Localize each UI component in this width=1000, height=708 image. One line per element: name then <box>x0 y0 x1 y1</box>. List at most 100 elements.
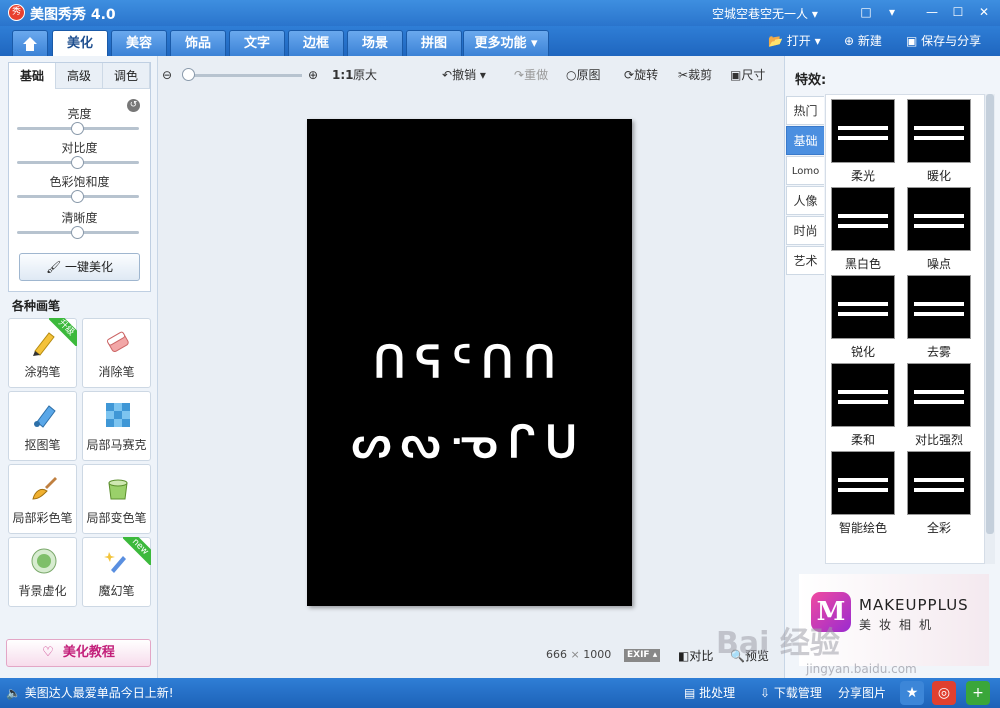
actual-size-ratio[interactable]: 1:1 <box>332 67 354 83</box>
category-portrait[interactable]: 人像 <box>786 186 824 215</box>
message-icon[interactable]: □ <box>856 3 876 21</box>
effect-noise[interactable]: 噪点 <box>907 187 971 272</box>
compare-button[interactable]: ◧对比 <box>678 647 713 664</box>
effect-sharpen[interactable]: 锐化 <box>831 275 895 360</box>
contrast-slider-knob[interactable] <box>71 156 84 169</box>
color-brush-button[interactable]: 局部彩色笔 <box>8 464 77 534</box>
tab-color[interactable]: 调色 <box>103 63 150 89</box>
category-basic[interactable]: 基础 <box>786 126 824 155</box>
background-blur-button[interactable]: 背景虚化 <box>8 537 77 607</box>
home-button[interactable] <box>12 30 48 56</box>
effect-high-contrast[interactable]: 对比强烈 <box>907 363 971 448</box>
effect-thumbnail <box>831 187 895 251</box>
zoom-slider-knob[interactable] <box>182 68 195 81</box>
tab-basic[interactable]: 基础 <box>9 63 56 89</box>
effect-dehaze[interactable]: 去雾 <box>907 275 971 360</box>
saturation-label: 色彩饱和度 <box>49 175 110 189</box>
resize-button[interactable]: ▣尺寸 <box>730 67 765 83</box>
eraser-brush-button[interactable]: 消除笔 <box>82 318 151 388</box>
category-fashion[interactable]: 时尚 <box>786 216 824 245</box>
effect-full-color[interactable]: 全彩 <box>907 451 971 536</box>
sharpness-slider-knob[interactable] <box>71 226 84 239</box>
undo-button[interactable]: ↶撤销 ▾ <box>442 67 486 83</box>
mosaic-brush-button[interactable]: 局部马赛克 <box>82 391 151 461</box>
maximize-button[interactable]: ☐ <box>948 3 968 21</box>
sharpness-label: 清晰度 <box>61 211 98 225</box>
tab-beauty[interactable]: 美容 <box>111 30 167 56</box>
zoom-in-icon[interactable]: ⊕ <box>308 67 318 83</box>
cutout-brush-button[interactable]: 抠图笔 <box>8 391 77 461</box>
recolor-brush-button[interactable]: 局部变色笔 <box>82 464 151 534</box>
effect-warm[interactable]: 暖化 <box>907 99 971 184</box>
star-icon[interactable]: ★ <box>900 681 924 705</box>
tab-advanced[interactable]: 高级 <box>56 63 103 89</box>
image-dimensions: 666 × 1000 <box>546 648 612 661</box>
original-image-button[interactable]: ○原图 <box>566 67 601 83</box>
original-size-button[interactable]: 原大 <box>353 67 377 83</box>
doodle-brush-button[interactable]: 升级 涂鸦笔 <box>8 318 77 388</box>
app-logo-icon: 秀 <box>8 4 25 21</box>
tab-more-features[interactable]: 更多功能 ▾ <box>463 30 549 56</box>
brightness-slider-knob[interactable] <box>71 122 84 135</box>
tab-accessories[interactable]: 饰品 <box>170 30 226 56</box>
exif-button[interactable]: EXIF ▴ <box>624 649 661 662</box>
effect-thumbnail <box>831 99 895 163</box>
news-ticker[interactable]: 🔈 美图达人最爱单品今日上新! <box>6 685 174 701</box>
left-panel: 基础 高级 调色 ↺ 亮度 对比度 色彩饱和度 清晰度 🖌 一键美化 各种画笔 … <box>0 56 158 678</box>
image-width: 666 <box>546 648 567 661</box>
photo-canvas[interactable]: ᑎᕋᑦᑎᑎ ᔕᔓᓉᒋᑌ <box>307 119 632 606</box>
download-manager-button[interactable]: ⇩ 下载管理 <box>760 685 822 701</box>
image-height: 1000 <box>583 648 612 661</box>
brushes-heading: 各种画笔 <box>12 299 61 313</box>
speaker-icon: 🔈 <box>6 686 21 700</box>
effect-thumbnail <box>907 363 971 427</box>
new-button[interactable]: ⊕ 新建 <box>844 32 882 50</box>
mosaic-icon <box>106 403 130 427</box>
ad-title: MAKEUPPLUS <box>859 596 969 614</box>
paintbrush-icon <box>32 477 57 500</box>
zoom-slider[interactable] <box>184 74 302 77</box>
menu-dropdown-icon[interactable]: ▾ <box>882 3 902 21</box>
category-art[interactable]: 艺术 <box>786 246 824 275</box>
tab-frame[interactable]: 边框 <box>288 30 344 56</box>
scrollbar-thumb[interactable] <box>986 94 994 534</box>
effects-scrollbar[interactable] <box>985 94 995 564</box>
category-lomo[interactable]: Lomo <box>786 156 824 185</box>
share-image-button[interactable]: 分享图片 <box>838 685 886 701</box>
add-icon[interactable]: + <box>966 681 990 705</box>
redo-icon: ↷ <box>514 68 525 82</box>
main-nav: 美化 美容 饰品 文字 边框 场景 拼图 更多功能 ▾ 📂 打开 ▾ ⊕ 新建 … <box>0 26 1000 56</box>
tab-scene[interactable]: 场景 <box>347 30 403 56</box>
tab-beautify[interactable]: 美化 <box>52 30 108 56</box>
rotate-button[interactable]: ⟳旋转 <box>624 67 658 83</box>
rotate-icon: ⟳ <box>624 68 635 82</box>
adjust-panel: 基础 高级 调色 ↺ 亮度 对比度 色彩饱和度 清晰度 🖌 一键美化 <box>8 62 151 292</box>
effect-smart-color[interactable]: 智能绘色 <box>831 451 895 536</box>
user-account-menu[interactable]: 空城空巷空无一人 ▾ <box>712 5 818 22</box>
saturation-slider-knob[interactable] <box>71 190 84 203</box>
save-share-button[interactable]: ▣ 保存与分享 <box>906 32 981 50</box>
effect-soft[interactable]: 柔和 <box>831 363 895 448</box>
open-button[interactable]: 📂 打开 ▾ <box>768 32 821 50</box>
hand-icon: ♡ <box>42 645 54 660</box>
close-button[interactable]: ✕ <box>974 3 994 21</box>
undo-icon: ↶ <box>442 68 453 82</box>
scissors-icon: ✂ <box>678 68 689 82</box>
category-hot[interactable]: 热门 <box>786 96 824 125</box>
crop-button[interactable]: ✂裁剪 <box>678 67 712 83</box>
redo-button[interactable]: ↷重做 <box>514 67 548 83</box>
tutorial-button[interactable]: ♡ 美化教程 <box>6 639 151 667</box>
zoom-out-icon[interactable]: ⊖ <box>162 67 172 83</box>
magic-brush-button[interactable]: new 魔幻笔 <box>82 537 151 607</box>
batch-button[interactable]: ▤ 批处理 <box>684 685 735 701</box>
tab-collage[interactable]: 拼图 <box>406 30 462 56</box>
weibo-icon[interactable]: ◎ <box>932 681 956 705</box>
download-icon: ⇩ <box>760 686 771 700</box>
one-click-beautify-button[interactable]: 🖌 一键美化 <box>19 253 140 281</box>
effect-soft-light[interactable]: 柔光 <box>831 99 895 184</box>
minimize-button[interactable]: — <box>922 3 942 21</box>
effect-thumbnail <box>907 451 971 515</box>
effect-black-white[interactable]: 黑白色 <box>831 187 895 272</box>
tab-text[interactable]: 文字 <box>229 30 285 56</box>
effect-thumbnail <box>831 451 895 515</box>
